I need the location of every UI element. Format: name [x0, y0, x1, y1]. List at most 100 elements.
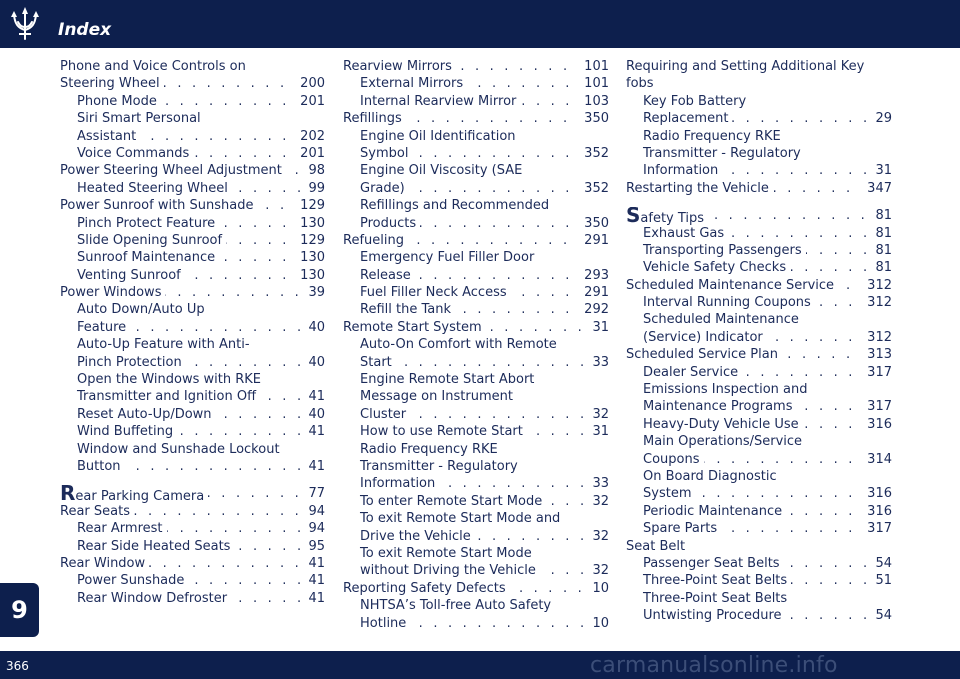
index-subentry: . . . . . . . . . . . . . . . . . . . . …	[60, 520, 325, 538]
index-subentry: . . . . . . . . . . . . . . . . . . . . …	[60, 589, 325, 608]
index-page-number: 312	[862, 276, 892, 295]
index-page-number: 352	[579, 179, 609, 198]
index-entry-text: Periodic Maintenance	[643, 503, 787, 519]
index-page-number: 101	[579, 58, 609, 76]
index-entry-text: Power Windows	[60, 285, 166, 301]
index-entry-text: Fuel Filler Neck Access	[360, 285, 511, 301]
index-subentry: Engine Oil Viscosity (SAE	[343, 162, 609, 179]
index-entry-text: Untwisting Procedure	[643, 608, 786, 624]
index-entry-text: Remote Start System	[343, 319, 486, 335]
index-entry-text: Replacement	[643, 111, 733, 127]
index-subentry: . . . . . . . . . . . . . . . . . . . . …	[626, 224, 892, 242]
index-entry-text: Sunroof Maintenance	[77, 250, 220, 266]
index-subentry: Main Operations/Service	[626, 433, 892, 450]
index-entry-text: Venting Sunroof	[77, 267, 185, 283]
index-page-number: 40	[303, 353, 325, 372]
section-initial-letter: R	[60, 485, 76, 503]
index-subentry: . . . . . . . . . . . . . . . . . . . . …	[626, 520, 892, 538]
index-entry-text: Interval Running Coupons	[643, 295, 815, 311]
index-subentry: . . . . . . . . . . . . . . . . . . . . …	[626, 162, 892, 180]
index-page-number: 77	[303, 485, 325, 503]
index-subentry: . . . . . . . . . . . . . . . . . . . . …	[60, 318, 325, 337]
index-entry-text: without Driving the Vehicle	[360, 563, 540, 579]
index-entry-text: Rear Side Heated Seats	[77, 538, 235, 554]
index-entry-text: Vehicle Safety Checks	[643, 260, 791, 276]
index-subentry: . . . . . . . . . . . . . . . . . . . . …	[626, 259, 892, 277]
index-entry-text: Cluster	[360, 406, 411, 422]
index-subentry: Emissions Inspection and	[626, 381, 892, 398]
index-entry-text: Spare Parts	[643, 521, 722, 537]
index-subentry: Radio Frequency RKE	[343, 441, 609, 458]
index-entry: . . . . . . . . . . . . . . . . . . . . …	[60, 75, 325, 93]
index-page-number: 94	[303, 502, 325, 521]
index-subentry: Radio Frequency RKE	[626, 128, 892, 145]
index-entry-text: Power Sunshade	[77, 573, 189, 589]
index-subentry: . . . . . . . . . . . . . . . . . . . . …	[626, 398, 892, 416]
index-entry-text: Siri Smart Personal	[77, 111, 205, 127]
index-entry-text: Restarting the Vehicle	[626, 180, 773, 196]
index-page-number: 31	[870, 162, 892, 180]
index-entry-text: Transmitter - Regulatory	[360, 458, 522, 474]
index-entry-text: Pinch Protect Feature	[77, 215, 220, 231]
index-page-number: 41	[303, 457, 325, 476]
index-subentry: . . . . . . . . . . . . . . . . . . . . …	[626, 485, 892, 503]
index-entry: Seat Belt	[626, 538, 892, 555]
index-entry-text: Rear Window Defroster	[77, 590, 232, 606]
index-page-number: 31	[587, 318, 609, 337]
index-subentry: . . . . . . . . . . . . . . . . . . . . …	[343, 614, 609, 632]
index-entry-text: Transmitter and Ignition Off	[77, 389, 261, 405]
index-page-number: 33	[587, 475, 609, 493]
index-page-number: 41	[303, 589, 325, 608]
index-entry-text: Pinch Protection	[77, 354, 186, 370]
index-subentry: . . . . . . . . . . . . . . . . . . . . …	[343, 144, 609, 163]
index-entry-text: Engine Oil Viscosity (SAE	[360, 163, 527, 179]
index-entry: . . . . . . . . . . . . . . . . . . . . …	[60, 197, 325, 215]
index-subentry: . . . . . . . . . . . . . . . . . . . . …	[343, 492, 609, 511]
index-page-number: 81	[870, 259, 892, 277]
leader-dots: . . . . . . . . . . . . . . . . . . . . …	[360, 354, 609, 370]
index-entry: . . . . . . . . . . . . . . . . . . . . …	[626, 179, 892, 198]
index-column-3: Requiring and Setting Additional Key fobs…	[626, 58, 892, 625]
index-entry-text: Start	[360, 354, 396, 370]
index-subentry: . . . . . . . . . . . . . . . . . . . . …	[626, 554, 892, 573]
index-page-number: 39	[303, 284, 325, 302]
index-entry-text: Transporting Passengers	[643, 242, 806, 258]
index-subentry: . . . . . . . . . . . . . . . . . . . . …	[626, 572, 892, 590]
index-entry-text: Refillings	[343, 111, 406, 127]
index-page-number: 292	[579, 301, 609, 319]
index-entry-rest: afety Tips	[640, 211, 705, 225]
index-subentry: . . . . . . . . . . . . . . . . . . . . …	[343, 405, 609, 424]
index-subentry: Engine Remote Start Abort	[343, 371, 609, 388]
trident-logo-icon	[11, 7, 39, 40]
index-page-number: 54	[870, 607, 892, 625]
index-page-number: 99	[303, 179, 325, 198]
index-page-number: 201	[295, 92, 325, 111]
index-entry-text: To exit Remote Start Mode and	[360, 511, 565, 527]
index-entry: fobs	[626, 75, 892, 92]
index-entry-text: Button	[77, 458, 125, 474]
index-subentry: . . . . . . . . . . . . . . . . . . . . …	[626, 502, 892, 521]
index-subentry: Three-Point Seat Belts	[626, 590, 892, 607]
index-entry: . . . . . . . . . . . . . . . . . . . . …	[343, 58, 609, 76]
index-subentry: Key Fob Battery	[626, 93, 892, 110]
index-subentry: . . . . . . . . . . . . . . . . . . . . …	[343, 179, 609, 198]
index-page-number: 98	[303, 162, 325, 180]
index-page-number: 202	[295, 127, 325, 145]
index-entry: . . . . . . . . . . . . . . . . . . . . …	[343, 231, 609, 250]
index-subentry: To exit Remote Start Mode and	[343, 510, 609, 527]
chapter-tab: 9	[0, 583, 39, 637]
index-entry-text: Exhaust Gas	[643, 225, 729, 241]
index-page-number: 314	[862, 450, 892, 468]
index-subentry: . . . . . . . . . . . . . . . . . . . . …	[343, 92, 609, 111]
index-column-1: Phone and Voice Controls on . . . . . . …	[60, 58, 325, 608]
index-entry: . . . . . . . . . . . . . . . . . . . . …	[60, 162, 325, 180]
index-entry-text: Open the Windows with RKE	[77, 372, 265, 388]
index-entry-text: Refueling	[343, 232, 408, 248]
index-entry-text: Voice Commands	[77, 145, 194, 161]
watermark: carmanualsonline.info	[590, 653, 838, 678]
index-page-number: 312	[862, 328, 892, 347]
index-subentry: . . . . . . . . . . . . . . . . . . . . …	[343, 562, 609, 580]
index-entry-text: Seat Belt	[626, 538, 690, 554]
index-page-number: 291	[579, 284, 609, 302]
index-entry-text: Maintenance Programs	[643, 399, 797, 415]
